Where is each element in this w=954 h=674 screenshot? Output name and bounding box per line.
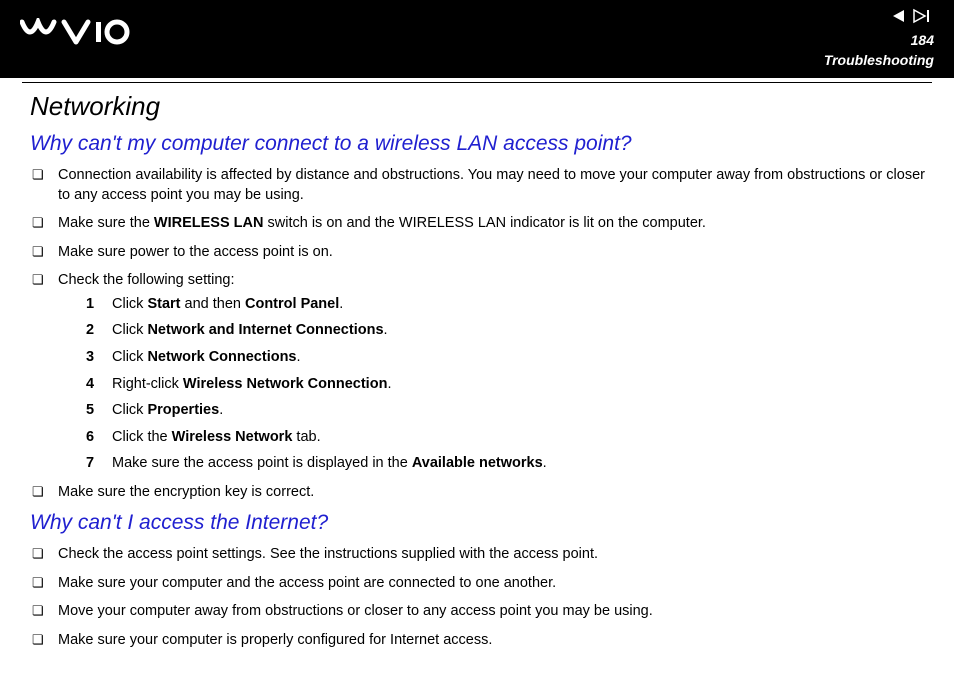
text: Make sure the access point is displayed … <box>112 455 412 471</box>
text: Check the following setting: <box>58 272 235 288</box>
vaio-logo <box>20 18 130 51</box>
list-item: Connection availability is affected by d… <box>30 166 932 205</box>
page-content: Networking Why can't my computer connect… <box>0 83 954 651</box>
text: . <box>297 349 301 365</box>
list-item: Move your computer away from obstruction… <box>30 602 932 622</box>
text: . <box>384 322 388 338</box>
text: Make sure the <box>58 215 154 231</box>
list-item: Check the access point settings. See the… <box>30 545 932 565</box>
q1-bullet-list: Connection availability is affected by d… <box>30 166 932 502</box>
section-name: Troubleshooting <box>824 52 934 68</box>
text: . <box>387 376 391 392</box>
header-bar: 184 Troubleshooting <box>0 0 954 78</box>
page-number: 184 <box>911 32 934 48</box>
q2-bullet-list: Check the access point settings. See the… <box>30 545 932 650</box>
bold-text: Network and Internet Connections <box>147 322 383 338</box>
bold-text: Properties <box>147 402 219 418</box>
next-page-icon[interactable] <box>912 8 934 29</box>
text: Click <box>112 402 147 418</box>
text: . <box>543 455 547 471</box>
list-item: Check the following setting: 1Click Star… <box>30 271 932 474</box>
list-item: Make sure power to the access point is o… <box>30 243 932 263</box>
text: . <box>339 296 343 312</box>
page-title: Networking <box>30 91 932 122</box>
list-item: Make sure your computer and the access p… <box>30 574 932 594</box>
step-item: 3Click Network Connections. <box>86 348 932 368</box>
step-item: 6Click the Wireless Network tab. <box>86 428 932 448</box>
text: tab. <box>292 429 320 445</box>
bold-text: Available networks <box>412 455 543 471</box>
step-item: 5Click Properties. <box>86 401 932 421</box>
bold-text: Control Panel <box>245 296 339 312</box>
bold-text: Wireless Network Connection <box>183 376 388 392</box>
step-item: 1Click Start and then Control Panel. <box>86 295 932 315</box>
step-item: 2Click Network and Internet Connections. <box>86 321 932 341</box>
question-2-heading: Why can't I access the Internet? <box>30 511 932 535</box>
nav-arrows <box>890 8 934 29</box>
q1-numbered-steps: 1Click Start and then Control Panel. 2Cl… <box>58 295 932 474</box>
text: Click <box>112 349 147 365</box>
step-item: 7Make sure the access point is displayed… <box>86 454 932 474</box>
bold-text: Wireless Network <box>172 429 293 445</box>
text: switch is on and the WIRELESS LAN indica… <box>263 215 705 231</box>
bold-text: Network Connections <box>147 349 296 365</box>
bold-text: WIRELESS LAN <box>154 215 264 231</box>
text: Click <box>112 322 147 338</box>
question-1-heading: Why can't my computer connect to a wirel… <box>30 132 932 156</box>
text: Click the <box>112 429 172 445</box>
list-item: Make sure the encryption key is correct. <box>30 483 932 503</box>
prev-page-icon[interactable] <box>890 8 908 29</box>
text: Right-click <box>112 376 183 392</box>
step-item: 4Right-click Wireless Network Connection… <box>86 375 932 395</box>
text: and then <box>181 296 246 312</box>
text: . <box>219 402 223 418</box>
list-item: Make sure your computer is properly conf… <box>30 631 932 651</box>
list-item: Make sure the WIRELESS LAN switch is on … <box>30 214 932 234</box>
bold-text: Start <box>147 296 180 312</box>
text: Click <box>112 296 147 312</box>
